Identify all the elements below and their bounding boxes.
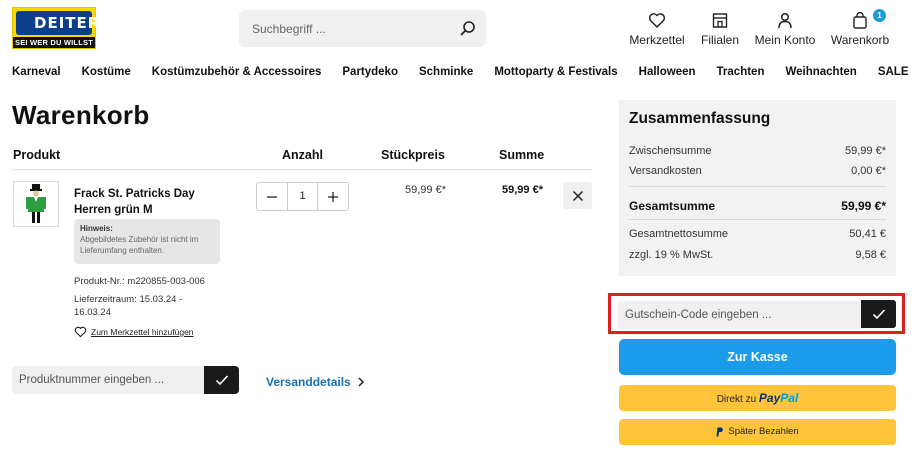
subtotal-label: Zwischensumme [629, 145, 712, 157]
total-row: Gesamtsumme 59,99 €* [629, 199, 886, 213]
nav-item-schminke[interactable]: Schminke [419, 66, 473, 80]
shipping-label: Versandkosten [629, 165, 702, 177]
coupon-highlight [608, 293, 905, 334]
nav-item-kostueme[interactable]: Kostüme [82, 66, 131, 80]
heart-icon [74, 326, 87, 338]
paypal-button[interactable]: Direkt zu PayPal [619, 385, 896, 411]
summary-divider [629, 219, 886, 220]
quantity-stepper: 1 [256, 182, 349, 211]
checkout-button[interactable]: Zur Kasse [619, 339, 896, 375]
column-header-product: Produkt [13, 148, 61, 162]
chevron-right-icon [358, 377, 364, 387]
vat-row: zzgl. 19 % MwSt. 9,58 € [629, 249, 886, 261]
product-hint-text: Abgebildetes Zubehör ist nicht im Liefer… [80, 235, 199, 255]
order-summary: Zusammenfassung Zwischensumme 59,99 €* V… [619, 100, 896, 276]
column-header-unit-price: Stückpreis [381, 148, 445, 162]
nav-item-partydeko[interactable]: Partydeko [342, 66, 398, 80]
nav-item-kostuemzubehoer[interactable]: Kostümzubehör & Accessoires [152, 66, 322, 80]
nav-item-karneval[interactable]: Karneval [12, 66, 61, 80]
shipping-value: 0,00 €* [851, 165, 886, 177]
user-icon [778, 12, 792, 29]
column-header-quantity: Anzahl [282, 148, 323, 162]
summary-divider [629, 186, 886, 187]
summary-title: Zusammenfassung [629, 110, 771, 127]
search-input[interactable] [239, 10, 449, 47]
net-total-row: Gesamtnettosumme 50,41 € [629, 228, 886, 240]
coupon-input[interactable] [618, 301, 864, 329]
header-wishlist[interactable]: Merkzettel [628, 12, 686, 47]
product-hint: Hinweis: Abgebildetes Zubehör ist nicht … [74, 219, 220, 264]
column-header-sum: Summe [499, 148, 545, 162]
total-value: 59,99 €* [841, 199, 886, 213]
plus-icon [328, 191, 338, 202]
product-number-submit-button[interactable] [204, 366, 239, 394]
shipping-row: Versandkosten 0,00 €* [629, 165, 886, 177]
logo-brand: DEITERS [16, 11, 111, 35]
pay-later-label: Später Bezahlen [728, 426, 799, 437]
shipping-details-label: Versanddetails [266, 375, 351, 389]
nav-item-trachten[interactable]: Trachten [717, 66, 765, 80]
divider [12, 169, 592, 170]
paypal-logo-pal: Pal [780, 391, 799, 405]
vat-value: 9,58 € [855, 249, 886, 261]
product-name[interactable]: Frack St. Patricks Day Herren grün M [74, 186, 214, 218]
nav-item-weihnachten[interactable]: Weihnachten [785, 66, 856, 80]
quantity-decrease-button[interactable] [257, 183, 287, 210]
net-total-label: Gesamtnettosumme [629, 228, 729, 240]
pay-later-button[interactable]: Später Bezahlen [619, 419, 896, 445]
header-cart-label: Warenkorb [830, 33, 890, 47]
header-account[interactable]: Mein Konto [754, 12, 816, 47]
search-icon[interactable] [458, 19, 478, 39]
paypal-icon [716, 427, 724, 437]
store-icon [712, 13, 728, 28]
search-bar [239, 10, 486, 47]
quantity-value[interactable]: 1 [287, 183, 318, 210]
paypal-prefix: Direkt zu [716, 394, 757, 405]
heart-icon [648, 13, 666, 28]
main-nav: Karneval Kostüme Kostümzubehör & Accesso… [12, 66, 918, 80]
checkmark-icon [872, 309, 885, 320]
bag-icon [853, 12, 867, 29]
nav-item-sale[interactable]: SALE [878, 66, 909, 80]
unit-price: 59,99 €* [405, 184, 446, 196]
total-label: Gesamtsumme [629, 199, 716, 213]
line-sum: 59,99 €* [502, 184, 543, 196]
nav-item-mottoparty[interactable]: Mottoparty & Festivals [494, 66, 617, 80]
paypal-logo-pay: Pay [758, 391, 781, 405]
vat-label: zzgl. 19 % MwSt. [629, 249, 714, 261]
close-icon [572, 190, 583, 201]
product-number: Produkt-Nr.: m220855-003-006 [74, 276, 205, 287]
delivery-period: Lieferzeitraum: 15.03.24 - 16.03.24 [74, 294, 183, 318]
product-number-input[interactable] [12, 366, 204, 394]
cart-count-badge: 1 [873, 9, 886, 22]
add-to-wishlist-label: Zum Merkzettel hinzufügen [91, 327, 194, 337]
logo[interactable]: DEITERS SEI WER DU WILLST [12, 7, 111, 49]
header-account-label: Mein Konto [754, 33, 816, 47]
checkmark-icon [215, 375, 228, 386]
net-total-value: 50,41 € [849, 228, 886, 240]
page-title: Warenkorb [12, 100, 150, 130]
subtotal-value: 59,99 €* [845, 145, 886, 157]
quantity-increase-button[interactable] [318, 183, 348, 210]
minus-icon [267, 195, 277, 198]
product-hint-label: Hinweis: [80, 224, 113, 233]
header-cart[interactable]: 1 Warenkorb [830, 9, 890, 47]
header-stores[interactable]: Filialen [700, 12, 740, 47]
coupon-submit-button[interactable] [861, 300, 896, 328]
header-wishlist-label: Merkzettel [629, 33, 685, 47]
subtotal-row: Zwischensumme 59,99 €* [629, 145, 886, 157]
remove-item-button[interactable] [563, 182, 592, 209]
shipping-details-link[interactable]: Versanddetails [266, 375, 367, 389]
logo-tagline: SEI WER DU WILLST [13, 37, 95, 48]
product-image[interactable] [13, 181, 59, 227]
header-stores-label: Filialen [700, 33, 739, 47]
add-to-wishlist-link[interactable]: Zum Merkzettel hinzufügen [74, 326, 194, 338]
nav-item-halloween[interactable]: Halloween [639, 66, 696, 80]
